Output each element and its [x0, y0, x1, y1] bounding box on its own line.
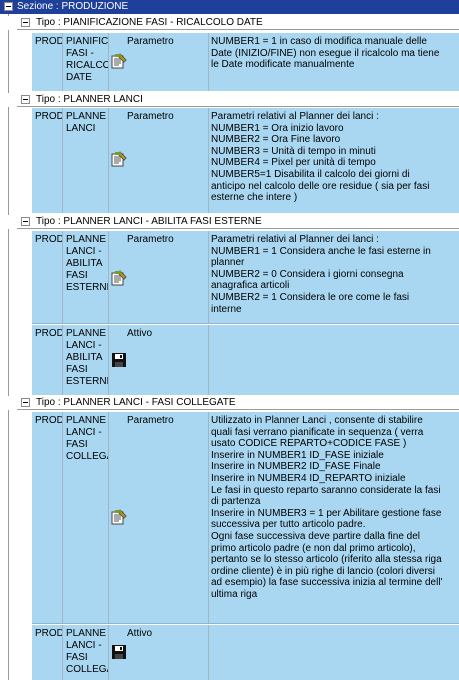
row-divider	[32, 323, 459, 324]
type-divider	[17, 106, 459, 107]
cell-kind-text: Parametro	[127, 36, 174, 47]
type-label: Tipo : PLANNER LANCI	[36, 94, 143, 105]
type-label: Tipo : PLANNER LANCI - ABILITA FASI ESTE…	[36, 216, 262, 227]
cell-type-text: PLANNE LANCI - ABILITA FASI ESTERNI	[66, 234, 109, 293]
parameter-icon[interactable]	[111, 270, 127, 289]
cell-description-text: Parametri relativi al Planner dei lanci …	[211, 111, 430, 204]
type-label: Tipo : PLANNER LANCI - FASI COLLEGATE	[36, 397, 236, 408]
save-icon[interactable]	[111, 352, 127, 371]
type-header[interactable]: Tipo : PLANNER LANCI	[0, 93, 459, 107]
cell-section: PROD	[32, 108, 62, 213]
cell-kind-text: Attivo	[127, 328, 153, 339]
cell-kind: Parametro	[108, 231, 208, 324]
type-divider	[17, 409, 459, 410]
section-label: Sezione : PRODUZIONE	[17, 1, 129, 12]
cell-section-text: PROD	[35, 628, 62, 639]
cell-type-text: PLANNE LANCI	[66, 111, 107, 134]
type-header[interactable]: Tipo : PIANIFICAZIONE FASI - RICALCOLO D…	[0, 16, 459, 30]
collapse-type-button[interactable]	[21, 217, 30, 226]
cell-section: PROD	[32, 325, 62, 395]
cell-description: NUMBER1 = 1 in caso di modifica manuale …	[208, 33, 459, 91]
cell-section-text: PROD	[35, 328, 62, 339]
cell-section: PROD	[32, 625, 62, 680]
cell-section-text: PROD	[35, 415, 62, 426]
cell-section-text: PROD	[35, 111, 62, 122]
cell-type-text: PLANNE LANCI - ABILITA FASI ESTERNI	[66, 328, 109, 387]
cell-description-text: Parametri relativi al Planner dei lanci …	[211, 234, 431, 315]
tree-guide-line	[8, 14, 9, 680]
section-header[interactable]: Sezione : PRODUZIONE	[0, 0, 459, 14]
cell-kind-text: Parametro	[127, 415, 174, 426]
table-row[interactable]: PROD PLANNE LANCI - FASI COLLEGA Attivo	[32, 625, 459, 680]
cell-type: PLANNE LANCI - FASI COLLEGA	[62, 625, 109, 680]
type-header[interactable]: Tipo : PLANNER LANCI - FASI COLLEGATE	[0, 396, 459, 410]
parameter-icon[interactable]	[111, 151, 127, 170]
cell-description	[208, 325, 459, 395]
cell-kind-text: Parametro	[127, 234, 174, 245]
cell-section: PROD	[32, 231, 62, 324]
table-row[interactable]: PROD PLANNE LANCI - ABILITA FASI ESTERNI…	[32, 325, 459, 395]
parameter-icon[interactable]	[111, 509, 127, 528]
cell-kind-text: Parametro	[127, 111, 174, 122]
cell-kind: Parametro	[108, 33, 208, 91]
cell-kind: Parametro	[108, 108, 208, 213]
cell-section: PROD	[32, 33, 62, 91]
cell-description: Parametri relativi al Planner dei lanci …	[208, 108, 459, 213]
cell-kind-text: Attivo	[127, 628, 153, 639]
table-row[interactable]: PROD PLANNE LANCI Parametro Parametri re…	[32, 108, 459, 213]
cell-description: Utilizzato in Planner Lanci , consente d…	[208, 412, 459, 624]
type-divider	[17, 29, 459, 30]
cell-kind: Parametro	[108, 412, 208, 624]
collapse-section-button[interactable]	[4, 2, 13, 11]
cell-description-text: Utilizzato in Planner Lanci , consente d…	[211, 415, 443, 600]
cell-type-text: PLANNE LANCI - FASI COLLEGA	[66, 628, 109, 675]
cell-description-text: NUMBER1 = 1 in caso di modifica manuale …	[211, 36, 440, 71]
cell-kind: Attivo	[108, 625, 208, 680]
collapse-type-button[interactable]	[21, 18, 30, 27]
collapse-type-button[interactable]	[21, 398, 30, 407]
cell-type: PLANNE LANCI	[62, 108, 108, 213]
type-header[interactable]: Tipo : PLANNER LANCI - ABILITA FASI ESTE…	[0, 215, 459, 229]
cell-description	[208, 625, 459, 680]
table-row[interactable]: PROD PLANNE LANCI - FASI COLLEGA Paramet…	[32, 412, 459, 624]
row-divider	[32, 623, 459, 624]
cell-type-text: PIANIFIC FASI - RICALCO DATE	[66, 36, 109, 83]
cell-section-text: PROD	[35, 36, 62, 47]
cell-type-text: PLANNE LANCI - FASI COLLEGA	[66, 415, 109, 462]
cell-type: PLANNE LANCI - ABILITA FASI ESTERNI	[62, 325, 109, 395]
cell-type: PIANIFIC FASI - RICALCO DATE	[62, 33, 109, 91]
table-row[interactable]: PROD PIANIFIC FASI - RICALCO DATE Parame…	[32, 33, 459, 91]
cell-section: PROD	[32, 412, 62, 624]
table-row[interactable]: PROD PLANNE LANCI - ABILITA FASI ESTERNI…	[32, 231, 459, 324]
type-divider	[17, 228, 459, 229]
cell-type: PLANNE LANCI - ABILITA FASI ESTERNI	[62, 231, 109, 324]
parameter-icon[interactable]	[111, 53, 127, 72]
cell-kind: Attivo	[108, 325, 208, 395]
cell-section-text: PROD	[35, 234, 62, 245]
collapse-type-button[interactable]	[21, 95, 30, 104]
type-label: Tipo : PIANIFICAZIONE FASI - RICALCOLO D…	[36, 17, 263, 28]
save-icon[interactable]	[111, 644, 127, 663]
cell-type: PLANNE LANCI - FASI COLLEGA	[62, 412, 109, 624]
cell-description: Parametri relativi al Planner dei lanci …	[208, 231, 459, 324]
